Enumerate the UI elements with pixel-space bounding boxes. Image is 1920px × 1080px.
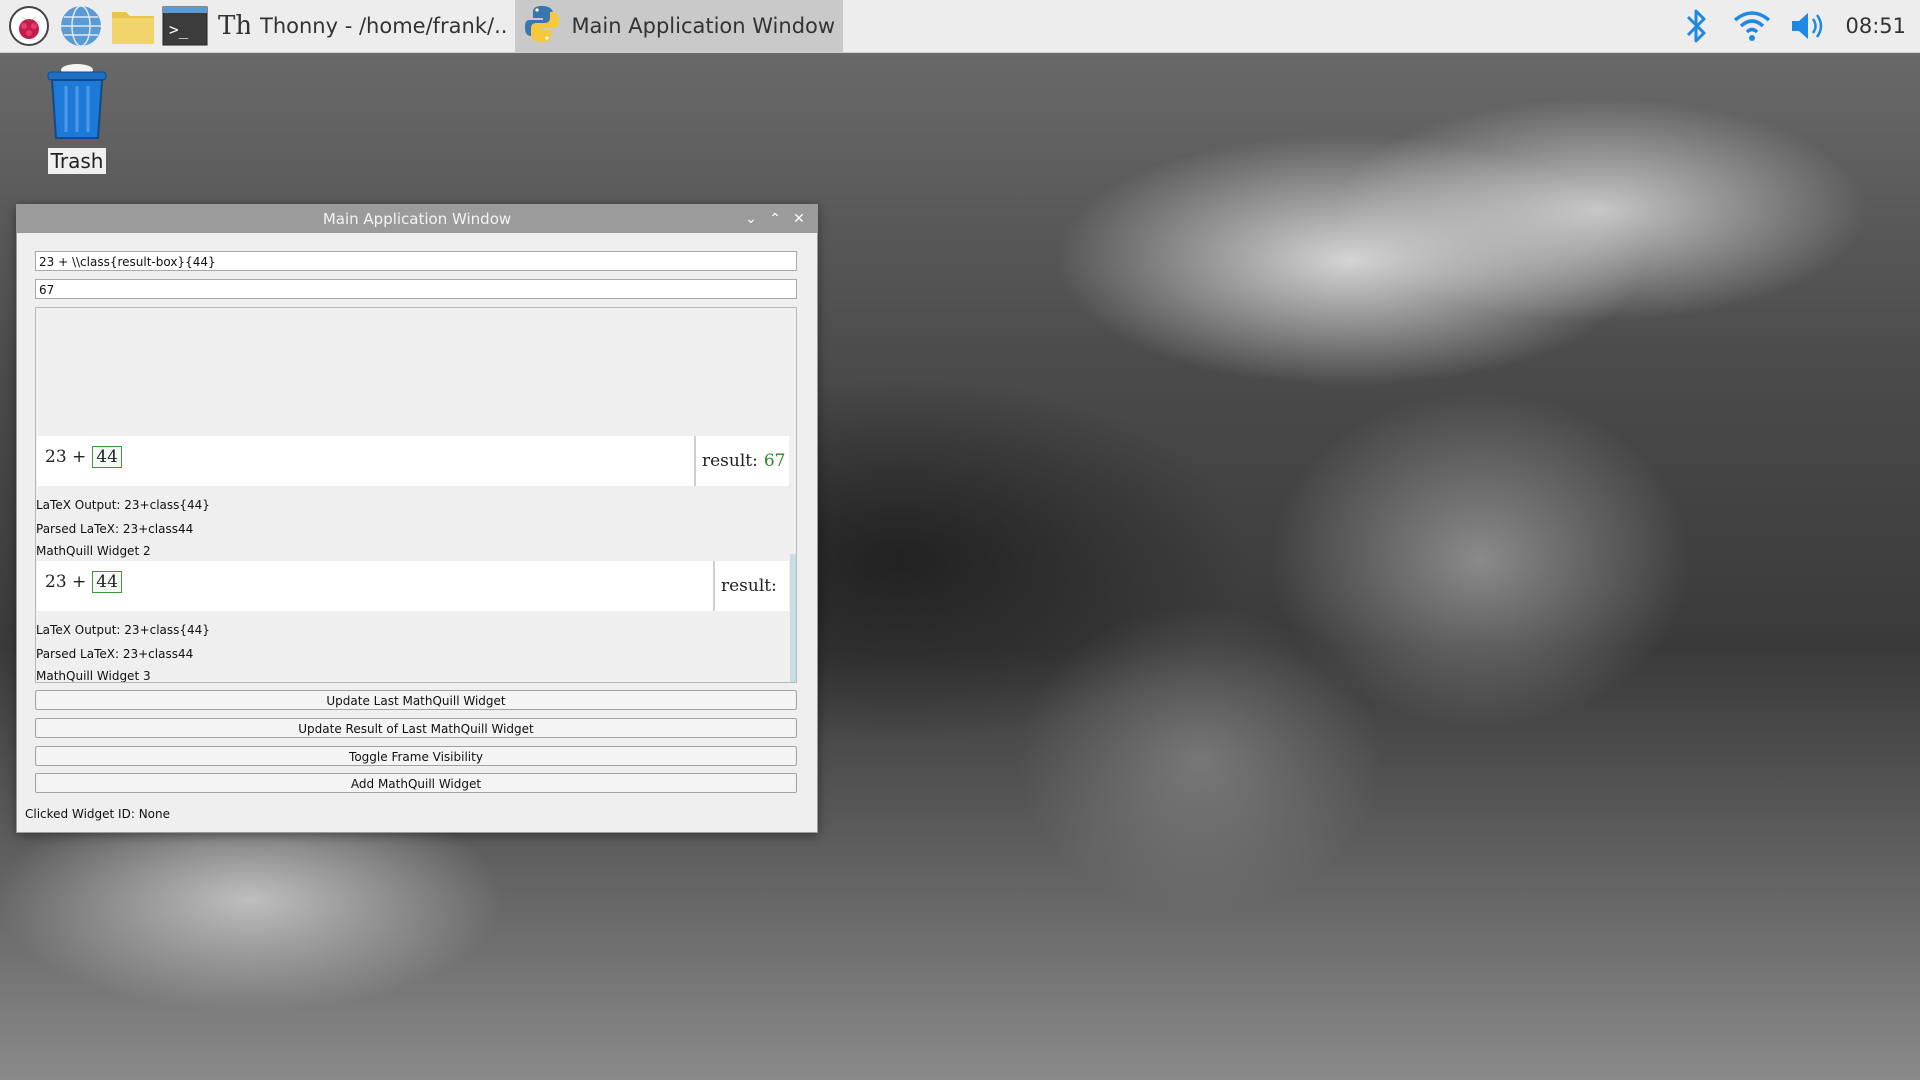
python-icon (523, 4, 561, 49)
window-titlebar[interactable]: Main Application Window ⌄ ⌃ ✕ (17, 205, 817, 233)
add-mathquill-widget-button[interactable]: Add MathQuill Widget (35, 773, 797, 793)
result-display: result: 67 (694, 436, 789, 486)
task-label: Main Application Window (571, 14, 836, 38)
terminal-icon[interactable]: >_ (162, 3, 208, 49)
trash-icon (47, 64, 107, 139)
mathquill-widget[interactable]: 23 + 44 result: 67 (37, 436, 789, 486)
parsed-latex: Parsed LaTeX: 23+class44 (36, 522, 194, 536)
result-label: result: (721, 576, 777, 596)
latex-output: LaTeX Output: 23+class{44} (36, 623, 210, 637)
widget-caption: MathQuill Widget 2 (36, 544, 151, 558)
desktop-trash[interactable]: Trash (46, 62, 108, 174)
result-box[interactable]: 44 (92, 571, 122, 593)
result-input[interactable]: 67 (35, 279, 797, 299)
expr-left: 23 + (45, 447, 87, 467)
main-application-window: Main Application Window ⌄ ⌃ ✕ 23 + \\cla… (16, 204, 818, 833)
mathquill-widget[interactable]: 23 + 44 result: (37, 561, 789, 611)
thonny-icon: Th (216, 7, 252, 46)
svg-text:>_: >_ (169, 20, 189, 39)
result-value: 67 (763, 451, 786, 471)
system-tray: 08:51 (1673, 0, 1920, 52)
vertical-scrollbar[interactable] (790, 554, 796, 682)
result-display: result: (713, 561, 789, 611)
expr-left: 23 + (45, 572, 87, 592)
raspberry-menu-icon[interactable] (6, 3, 52, 49)
parsed-latex: Parsed LaTeX: 23+class44 (36, 647, 194, 661)
update-last-widget-button[interactable]: Update Last MathQuill Widget (35, 690, 797, 710)
result-label: result: (702, 451, 758, 471)
minimize-icon[interactable]: ⌄ (739, 207, 763, 231)
toggle-frame-visibility-button[interactable]: Toggle Frame Visibility (35, 746, 797, 766)
close-icon[interactable]: ✕ (787, 207, 811, 231)
latex-input[interactable]: 23 + \\class{result-box}{44} (35, 251, 797, 271)
volume-icon[interactable] (1785, 3, 1831, 49)
result-box[interactable]: 44 (92, 446, 122, 468)
maximize-icon[interactable]: ⌃ (763, 207, 787, 231)
widgets-scroll-area[interactable]: 23 + 44 result: 67 LaTeX Output: 23+clas… (35, 307, 797, 683)
math-expression[interactable]: 23 + 44 (45, 446, 122, 468)
math-expression[interactable]: 23 + 44 (45, 571, 122, 593)
task-main-application-window[interactable]: Main Application Window (515, 0, 844, 52)
widget-caption: MathQuill Widget 3 (36, 669, 151, 683)
update-result-button[interactable]: Update Result of Last MathQuill Widget (35, 718, 797, 738)
taskbar: >_ Th Thonny - /home/frank/.. Main Appli… (0, 0, 1920, 53)
svg-text:Th: Th (218, 11, 250, 41)
web-browser-icon[interactable] (58, 3, 104, 49)
file-manager-icon[interactable] (110, 3, 156, 49)
latex-output: LaTeX Output: 23+class{44} (36, 498, 210, 512)
task-thonny[interactable]: Th Thonny - /home/frank/.. (208, 0, 515, 52)
trash-label: Trash (47, 148, 107, 174)
bluetooth-icon[interactable] (1673, 3, 1719, 49)
window-title: Main Application Window (322, 210, 512, 228)
task-label: Thonny - /home/frank/.. (260, 14, 508, 38)
status-label: Clicked Widget ID: None (25, 807, 170, 821)
wifi-icon[interactable] (1729, 3, 1775, 49)
clock[interactable]: 08:51 (1845, 14, 1906, 38)
